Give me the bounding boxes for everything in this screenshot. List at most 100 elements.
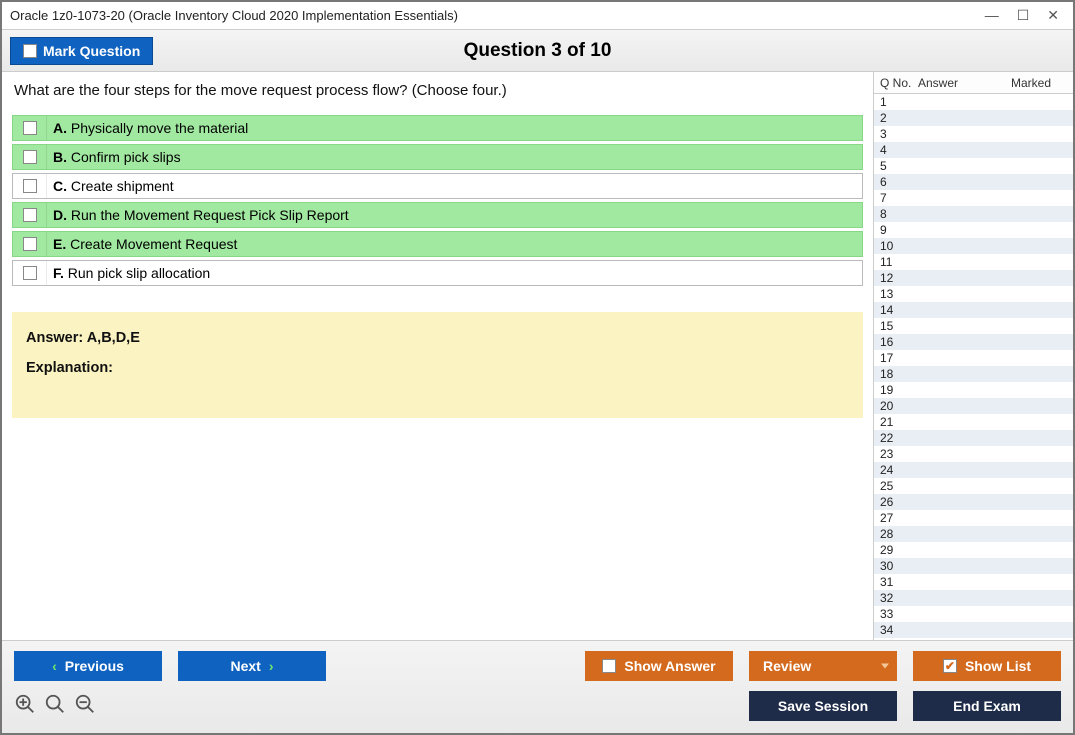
question-list-row[interactable]: 7 bbox=[874, 190, 1073, 206]
question-list-row[interactable]: 31 bbox=[874, 574, 1073, 590]
option-label: Create shipment bbox=[71, 178, 174, 194]
question-list-row[interactable]: 10 bbox=[874, 238, 1073, 254]
question-list-row[interactable]: 35 bbox=[874, 638, 1073, 640]
question-list-row[interactable]: 9 bbox=[874, 222, 1073, 238]
question-list-row[interactable]: 2 bbox=[874, 110, 1073, 126]
qno-cell: 5 bbox=[874, 159, 918, 173]
question-list-row[interactable]: 28 bbox=[874, 526, 1073, 542]
option-label: Run the Movement Request Pick Slip Repor… bbox=[71, 207, 349, 223]
show-answer-label: Show Answer bbox=[624, 658, 715, 674]
question-list-row[interactable]: 30 bbox=[874, 558, 1073, 574]
qno-cell: 10 bbox=[874, 239, 918, 253]
option-checkbox[interactable] bbox=[23, 266, 37, 280]
question-list-row[interactable]: 13 bbox=[874, 286, 1073, 302]
show-answer-checkbox[interactable] bbox=[602, 659, 616, 673]
question-list-row[interactable]: 14 bbox=[874, 302, 1073, 318]
mark-question-button[interactable]: Mark Question bbox=[10, 37, 153, 65]
show-answer-button[interactable]: Show Answer bbox=[585, 651, 733, 681]
end-exam-button[interactable]: End Exam bbox=[913, 691, 1061, 721]
qno-cell: 17 bbox=[874, 351, 918, 365]
qno-cell: 28 bbox=[874, 527, 918, 541]
question-list-row[interactable]: 33 bbox=[874, 606, 1073, 622]
option-letter: F. bbox=[53, 265, 64, 281]
qno-cell: 22 bbox=[874, 431, 918, 445]
qno-cell: 3 bbox=[874, 127, 918, 141]
question-list-panel: Q No. Answer Marked 12345678910111213141… bbox=[873, 72, 1073, 640]
save-session-button[interactable]: Save Session bbox=[749, 691, 897, 721]
question-list-row[interactable]: 1 bbox=[874, 94, 1073, 110]
question-list-row[interactable]: 21 bbox=[874, 414, 1073, 430]
question-list-row[interactable]: 27 bbox=[874, 510, 1073, 526]
option-checkbox[interactable] bbox=[23, 208, 37, 222]
question-list-row[interactable]: 22 bbox=[874, 430, 1073, 446]
zoom-out-icon[interactable] bbox=[74, 693, 96, 720]
option-row[interactable]: F. Run pick slip allocation bbox=[12, 260, 863, 286]
question-list-row[interactable]: 25 bbox=[874, 478, 1073, 494]
option-checkbox[interactable] bbox=[23, 237, 37, 251]
window-controls: — ☐ ✕ bbox=[985, 7, 1065, 24]
previous-button[interactable]: ‹ Previous bbox=[14, 651, 162, 681]
option-row[interactable]: A. Physically move the material bbox=[12, 115, 863, 141]
zoom-in-icon[interactable] bbox=[14, 693, 36, 720]
option-checkbox[interactable] bbox=[23, 121, 37, 135]
review-label: Review bbox=[763, 658, 811, 674]
qno-cell: 1 bbox=[874, 95, 918, 109]
qno-cell: 19 bbox=[874, 383, 918, 397]
option-text: C. Create shipment bbox=[47, 178, 174, 194]
question-list-row[interactable]: 17 bbox=[874, 350, 1073, 366]
qno-cell: 35 bbox=[874, 639, 918, 640]
option-row[interactable]: B. Confirm pick slips bbox=[12, 144, 863, 170]
question-list-row[interactable]: 32 bbox=[874, 590, 1073, 606]
option-checkbox-cell[interactable] bbox=[13, 261, 47, 285]
question-list-row[interactable]: 3 bbox=[874, 126, 1073, 142]
option-row[interactable]: D. Run the Movement Request Pick Slip Re… bbox=[12, 202, 863, 228]
qno-cell: 29 bbox=[874, 543, 918, 557]
previous-label: Previous bbox=[65, 658, 124, 674]
qno-cell: 13 bbox=[874, 287, 918, 301]
option-letter: E. bbox=[53, 236, 66, 252]
option-checkbox[interactable] bbox=[23, 179, 37, 193]
question-list-row[interactable]: 12 bbox=[874, 270, 1073, 286]
question-list-row[interactable]: 8 bbox=[874, 206, 1073, 222]
close-icon[interactable]: ✕ bbox=[1047, 7, 1059, 24]
option-text: B. Confirm pick slips bbox=[47, 149, 181, 165]
question-list-row[interactable]: 16 bbox=[874, 334, 1073, 350]
question-list-row[interactable]: 5 bbox=[874, 158, 1073, 174]
maximize-icon[interactable]: ☐ bbox=[1017, 7, 1030, 24]
mark-question-checkbox[interactable] bbox=[23, 44, 37, 58]
question-list-row[interactable]: 18 bbox=[874, 366, 1073, 382]
show-list-checkbox[interactable] bbox=[943, 659, 957, 673]
question-list-row[interactable]: 6 bbox=[874, 174, 1073, 190]
question-list-row[interactable]: 4 bbox=[874, 142, 1073, 158]
option-checkbox[interactable] bbox=[23, 150, 37, 164]
option-checkbox-cell[interactable] bbox=[13, 145, 47, 169]
option-row[interactable]: E. Create Movement Request bbox=[12, 231, 863, 257]
mark-question-label: Mark Question bbox=[43, 43, 140, 59]
question-list-row[interactable]: 15 bbox=[874, 318, 1073, 334]
window-title: Oracle 1z0-1073-20 (Oracle Inventory Clo… bbox=[10, 8, 985, 23]
option-text: F. Run pick slip allocation bbox=[47, 265, 210, 281]
option-text: D. Run the Movement Request Pick Slip Re… bbox=[47, 207, 349, 223]
question-list-row[interactable]: 11 bbox=[874, 254, 1073, 270]
zoom-reset-icon[interactable] bbox=[44, 693, 66, 720]
question-list-row[interactable]: 26 bbox=[874, 494, 1073, 510]
question-list-row[interactable]: 19 bbox=[874, 382, 1073, 398]
option-checkbox-cell[interactable] bbox=[13, 232, 47, 256]
question-list-row[interactable]: 24 bbox=[874, 462, 1073, 478]
minimize-icon[interactable]: — bbox=[985, 7, 999, 24]
question-list-row[interactable]: 34 bbox=[874, 622, 1073, 638]
option-checkbox-cell[interactable] bbox=[13, 203, 47, 227]
next-button[interactable]: Next › bbox=[178, 651, 326, 681]
question-list-scroll[interactable]: 1234567891011121314151617181920212223242… bbox=[874, 94, 1073, 640]
question-list-row[interactable]: 20 bbox=[874, 398, 1073, 414]
review-button[interactable]: Review bbox=[749, 651, 897, 681]
save-session-label: Save Session bbox=[778, 698, 868, 714]
qno-cell: 27 bbox=[874, 511, 918, 525]
option-checkbox-cell[interactable] bbox=[13, 174, 47, 198]
option-row[interactable]: C. Create shipment bbox=[12, 173, 863, 199]
show-list-button[interactable]: Show List bbox=[913, 651, 1061, 681]
content-area: What are the four steps for the move req… bbox=[2, 72, 1073, 640]
option-checkbox-cell[interactable] bbox=[13, 116, 47, 140]
question-list-row[interactable]: 23 bbox=[874, 446, 1073, 462]
question-list-row[interactable]: 29 bbox=[874, 542, 1073, 558]
